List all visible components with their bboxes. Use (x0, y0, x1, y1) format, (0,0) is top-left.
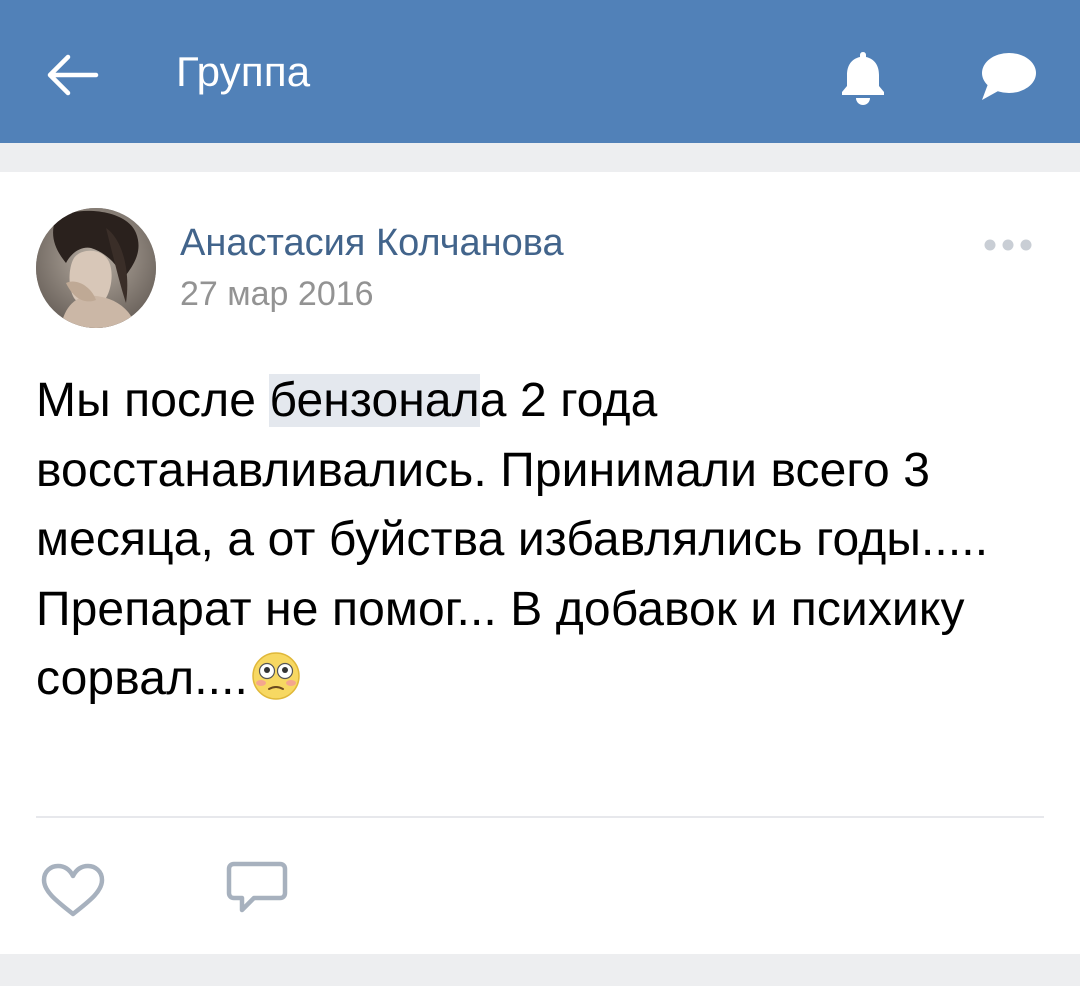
post-text-start: Мы после (36, 374, 270, 427)
post-text-highlight: бензонал (269, 374, 480, 427)
post-card: Анастасия Колчанова 27 мар 2016 Мы после… (0, 172, 1080, 954)
arrow-left-icon (47, 54, 99, 96)
post-divider (36, 816, 1044, 818)
more-options-button[interactable] (978, 232, 1050, 258)
post-date: 27 мар 2016 (180, 275, 374, 313)
notifications-button[interactable] (826, 40, 900, 114)
page-title: Группа (176, 48, 311, 95)
author-avatar[interactable] (36, 208, 156, 328)
app-screen: Группа Анастасия Колчанова 27 мар 2016 М… (0, 0, 1080, 986)
comment-icon (226, 861, 288, 913)
more-dots-icon (984, 239, 1032, 251)
flushed-face-icon (252, 652, 300, 700)
messages-button[interactable] (970, 40, 1046, 114)
heart-icon (41, 863, 105, 917)
back-button[interactable] (34, 40, 114, 110)
author-name[interactable]: Анастасия Колчанова (180, 220, 564, 266)
post-text: Мы после бензонала 2 года восстанавливал… (36, 366, 1046, 714)
message-bubble-icon (982, 53, 1036, 100)
bell-icon (842, 52, 884, 105)
like-button[interactable] (38, 862, 108, 922)
top-bar: Группа (0, 0, 1080, 143)
comment-button[interactable] (222, 858, 292, 918)
avatar-photo (36, 208, 156, 328)
